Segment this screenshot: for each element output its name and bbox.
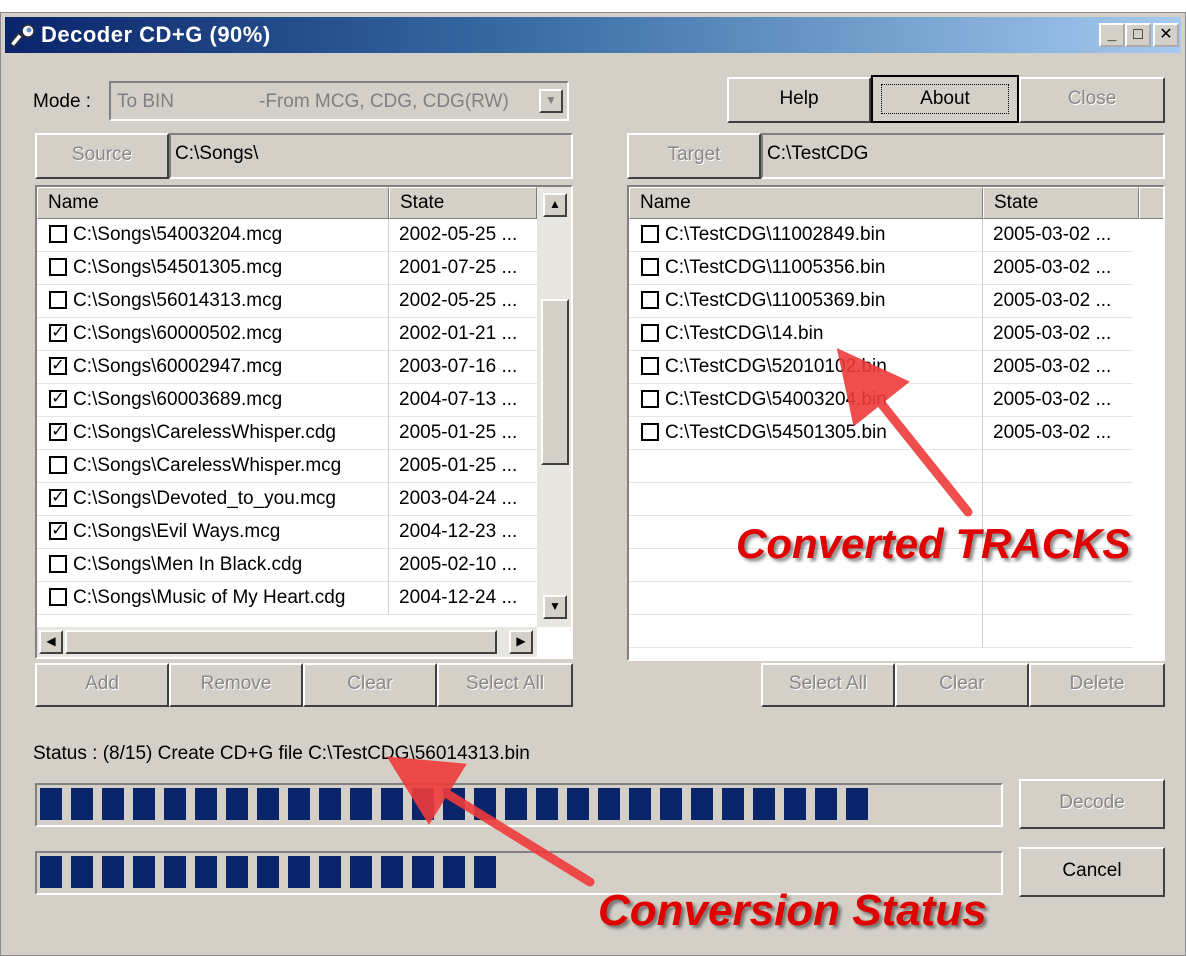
annotation-conversion-status: Conversion Status [598, 886, 987, 935]
annotation-converted-tracks: Converted TRACKS [736, 520, 1131, 567]
status-arrow [386, 756, 595, 887]
tracks-arrow [836, 347, 973, 517]
annotation-arrows [386, 347, 973, 887]
